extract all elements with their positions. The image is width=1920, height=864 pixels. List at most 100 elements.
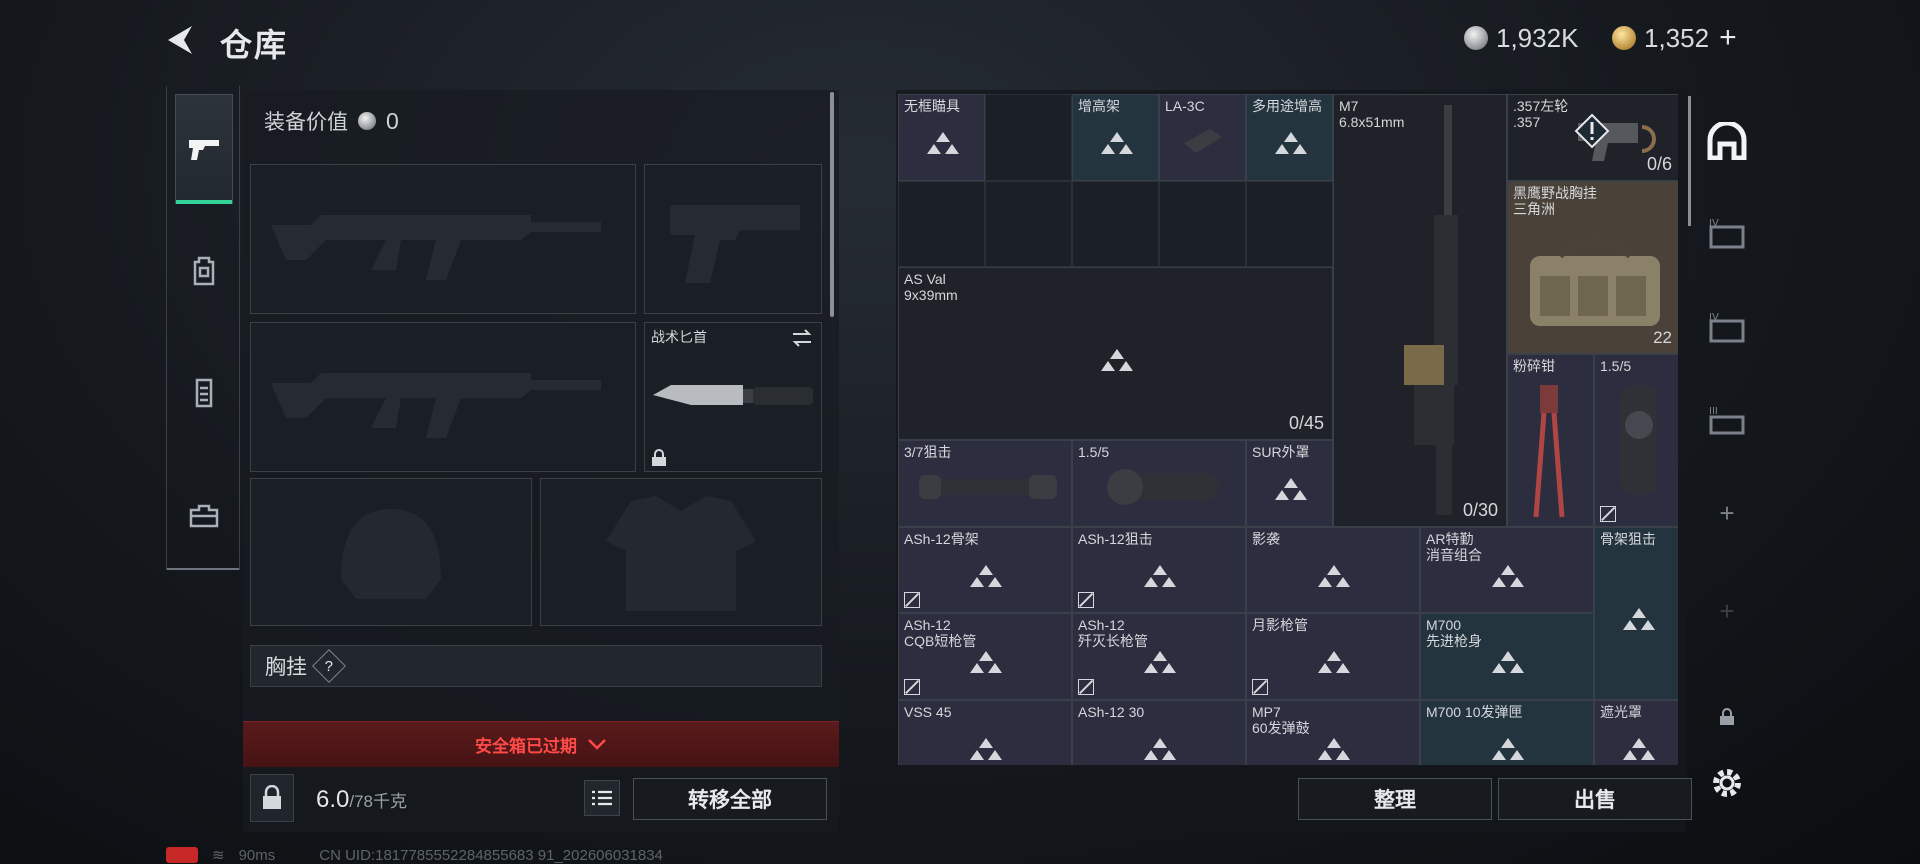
stash-item-skeleton-sniper[interactable]: 骨架狙击 bbox=[1594, 526, 1678, 700]
empty-item-placeholder-icon bbox=[968, 737, 1004, 765]
helmet-slot[interactable] bbox=[250, 478, 532, 626]
stash-empty-cell[interactable] bbox=[985, 180, 1072, 267]
chevron-down-icon bbox=[588, 738, 606, 750]
stash-item-m700-body[interactable]: M700 先进枪身 bbox=[1420, 613, 1594, 700]
stash-item-ash12-30[interactable]: ASh-12 30 bbox=[1072, 699, 1246, 765]
stash-item-ash12-skeleton[interactable]: ASh-12骨架 bbox=[898, 526, 1072, 613]
storage-box-icon: IV bbox=[1709, 312, 1745, 343]
stash-item-ash12-sniper[interactable]: ASh-12狙击 bbox=[1072, 526, 1246, 613]
stash-empty-cell[interactable] bbox=[1246, 180, 1333, 267]
stash-category-rail: IV IV III + + bbox=[1696, 90, 1756, 830]
primary-weapon-slot-2[interactable] bbox=[250, 322, 636, 472]
equipment-tab-rail bbox=[166, 86, 240, 570]
item-label: ASh-12 歼灭长枪管 bbox=[1078, 617, 1148, 649]
pistol-silhouette-icon bbox=[670, 205, 800, 283]
stash-item-la-3c[interactable]: LA-3C bbox=[1159, 94, 1246, 181]
empty-item-placeholder-icon bbox=[968, 651, 1004, 678]
pistol-icon bbox=[189, 140, 219, 160]
tab-vest[interactable] bbox=[175, 338, 233, 448]
stash-lock-button[interactable] bbox=[1706, 696, 1748, 738]
toolbox-icon bbox=[189, 504, 219, 528]
stash-item-reflex-sight[interactable]: 无框瞄具 bbox=[898, 94, 985, 181]
stash-empty-cell[interactable] bbox=[1072, 180, 1159, 267]
status-bar: ≋ 90ms CN UID:1817785552284855683 91_202… bbox=[166, 846, 663, 864]
empty-item-placeholder-icon bbox=[968, 564, 1004, 592]
stash-tab-3[interactable]: III bbox=[1706, 402, 1748, 444]
stash-item-multi-riser[interactable]: 多用途增高 bbox=[1246, 94, 1333, 181]
organize-button[interactable]: 整理 bbox=[1298, 778, 1492, 820]
stash-item-m7-rifle[interactable]: M7 6.8x51mm 0/30 bbox=[1333, 94, 1507, 527]
chest-rig-section[interactable]: 胸挂 ? bbox=[250, 645, 822, 687]
storage-box-icon: IV bbox=[1709, 218, 1745, 249]
stash-item-riser-mount[interactable]: 增高架 bbox=[1072, 94, 1159, 181]
settings-button[interactable] bbox=[1706, 762, 1748, 804]
empty-item-placeholder-icon bbox=[1142, 737, 1178, 765]
sell-button[interactable]: 出售 bbox=[1498, 778, 1692, 820]
transfer-all-button[interactable]: 转移全部 bbox=[633, 778, 827, 820]
tab-backpack[interactable] bbox=[175, 216, 233, 326]
item-label: .357左轮 .357 bbox=[1513, 98, 1569, 130]
equipment-scrollbar[interactable] bbox=[830, 92, 834, 317]
silver-amount: 1,932K bbox=[1496, 22, 1579, 53]
swap-arrows-icon[interactable] bbox=[791, 329, 813, 347]
stash-empty-cell[interactable] bbox=[898, 180, 985, 267]
stash-item-mp7-drum[interactable]: MP7 60发弹鼓 bbox=[1246, 699, 1420, 765]
item-label: 黑鹰野战胸挂 三角洲 bbox=[1513, 184, 1597, 217]
stash-item-ar-suppressor-combo[interactable]: AR特勤 消音组合 bbox=[1420, 526, 1594, 613]
melee-slot[interactable]: 战术匕首 bbox=[644, 322, 822, 472]
no-insurance-icon bbox=[1078, 678, 1094, 695]
lock-icon bbox=[263, 785, 281, 809]
stash-item-m700-mag[interactable]: M700 10发弹匣 bbox=[1420, 699, 1594, 765]
stash-tab-4b[interactable]: IV bbox=[1706, 308, 1748, 350]
melee-slot-label: 战术匕首 bbox=[651, 329, 707, 345]
item-label: 粉碎钳 bbox=[1513, 357, 1555, 374]
svg-text:IV: IV bbox=[1709, 218, 1719, 229]
primary-weapon-slot-1[interactable] bbox=[250, 164, 636, 314]
body-armor-slot[interactable] bbox=[540, 478, 822, 626]
stash-item-sunshade[interactable]: 遮光罩 bbox=[1594, 699, 1678, 765]
stash-item-3-7-scope[interactable]: 3/7狙击 bbox=[898, 440, 1072, 527]
no-insurance-icon bbox=[904, 592, 920, 608]
rifle-silhouette-icon bbox=[271, 215, 601, 280]
stash-item-sur-cover[interactable]: SUR外罩 bbox=[1246, 440, 1333, 527]
stash-item-ash12-cqb-barrel[interactable]: ASh-12 CQB短枪管 bbox=[898, 613, 1072, 700]
tab-toolbox[interactable] bbox=[175, 460, 233, 570]
secure-container-lock[interactable] bbox=[250, 774, 294, 822]
item-label: 3/7狙击 bbox=[904, 444, 952, 460]
empty-item-placeholder-icon bbox=[1621, 608, 1657, 635]
stash-item-bolt-cutter[interactable]: 粉碎钳 bbox=[1507, 353, 1594, 527]
item-label: 影袭 bbox=[1252, 530, 1280, 547]
stash-item-chest-rig[interactable]: 黑鹰野战胸挂 三角洲 22 bbox=[1507, 180, 1678, 354]
sidearm-slot[interactable] bbox=[644, 164, 822, 314]
empty-item-placeholder-icon bbox=[1316, 651, 1352, 678]
gold-currency[interactable]: 1,352 + bbox=[1612, 21, 1737, 55]
empty-item-placeholder-icon bbox=[1142, 651, 1178, 678]
stash-empty-cell[interactable] bbox=[985, 94, 1072, 181]
help-icon[interactable]: ? bbox=[312, 649, 346, 683]
stash-item-1-5x-scope[interactable]: 1.5/5 bbox=[1072, 440, 1246, 527]
add-stash-button[interactable]: + bbox=[1706, 492, 1748, 534]
stash-item-ash12-long-barrel[interactable]: ASh-12 歼灭长枪管 bbox=[1072, 613, 1246, 700]
back-arrow-icon[interactable] bbox=[162, 22, 200, 58]
stash-main-tab[interactable] bbox=[1706, 120, 1748, 162]
stash-item-moonshadow-barrel[interactable]: 月影枪管 bbox=[1246, 613, 1420, 700]
gear-icon bbox=[1713, 769, 1741, 797]
item-count: 0/6 bbox=[1646, 153, 1672, 174]
stash-item-shadow-strike[interactable]: 影袭 bbox=[1246, 526, 1420, 613]
tab-weapons[interactable] bbox=[175, 94, 233, 204]
stash-scrollbar[interactable] bbox=[1688, 96, 1691, 226]
add-currency-button[interactable]: + bbox=[1719, 21, 1737, 55]
empty-item-placeholder-icon bbox=[1316, 564, 1352, 592]
safe-box-expired-banner[interactable]: 安全箱已过期 bbox=[243, 721, 839, 767]
battery-icon bbox=[166, 847, 198, 863]
item-count: 22 bbox=[1653, 327, 1672, 347]
list-view-button[interactable] bbox=[584, 780, 620, 816]
stash-item-as-val[interactable]: AS Val 9x39mm 0/45 bbox=[898, 267, 1333, 440]
stash-tab-4a[interactable]: IV bbox=[1706, 214, 1748, 256]
stash-item-scope-1-5x-tall[interactable]: 1.5/5 bbox=[1594, 353, 1678, 527]
stash-item-357-revolver[interactable]: .357左轮 .357 0/6 bbox=[1507, 94, 1678, 181]
stash-empty-cell[interactable] bbox=[1159, 180, 1246, 267]
svg-text:III: III bbox=[1709, 406, 1718, 417]
lock-icon bbox=[1720, 708, 1734, 725]
stash-item-vss-45[interactable]: VSS 45 bbox=[898, 699, 1072, 765]
